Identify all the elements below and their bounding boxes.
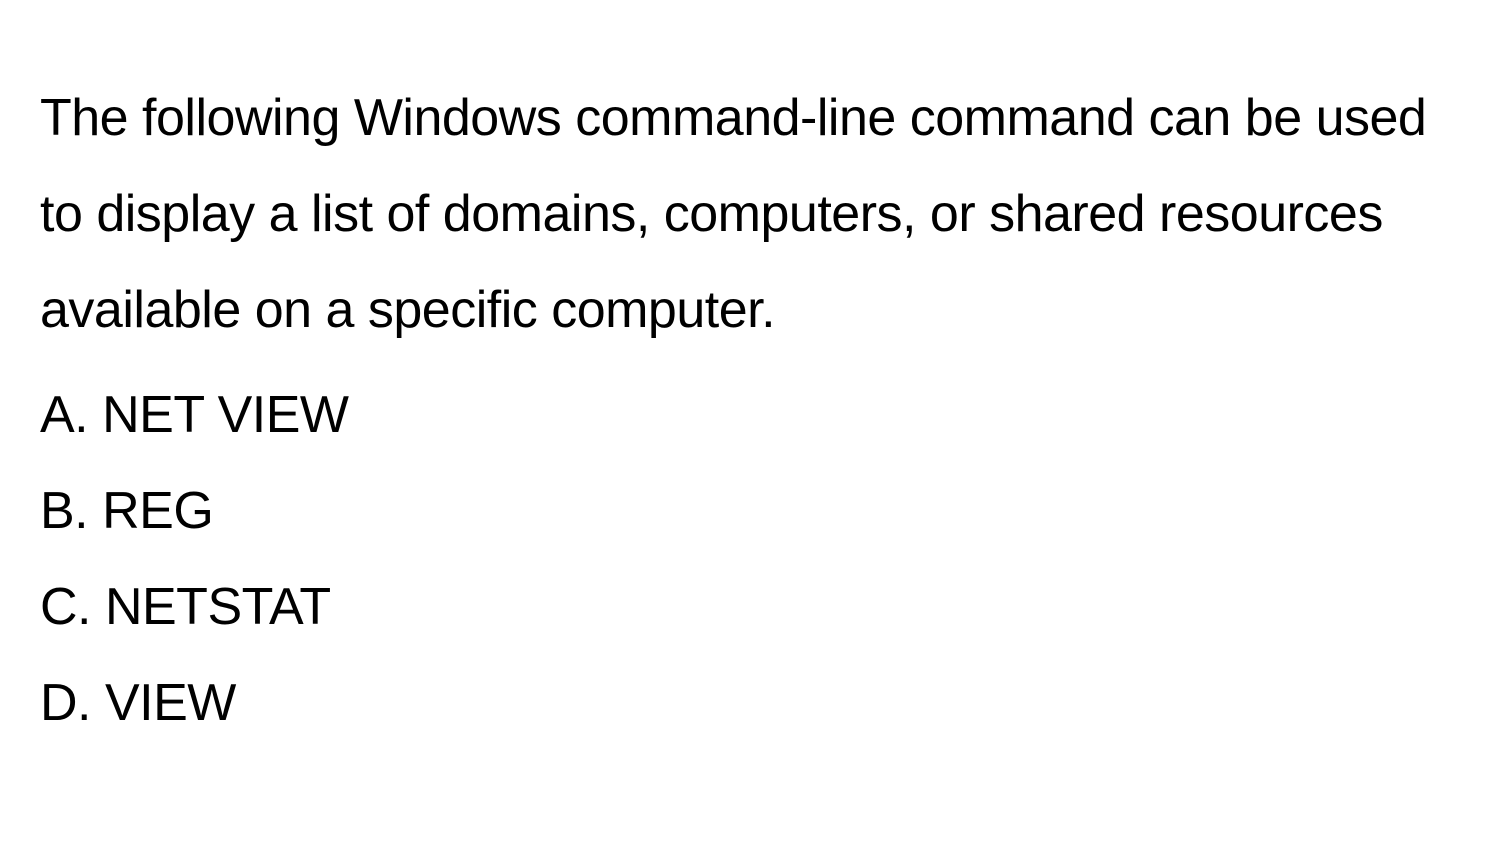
option-d: D. VIEW (40, 655, 1460, 751)
options-list: A. NET VIEW B. REG C. NETSTAT D. VIEW (40, 367, 1460, 752)
question-container: The following Windows command-line comma… (0, 0, 1500, 791)
option-a: A. NET VIEW (40, 367, 1460, 463)
option-b: B. REG (40, 463, 1460, 559)
option-c: C. NETSTAT (40, 559, 1460, 655)
question-text: The following Windows command-line comma… (40, 70, 1460, 359)
